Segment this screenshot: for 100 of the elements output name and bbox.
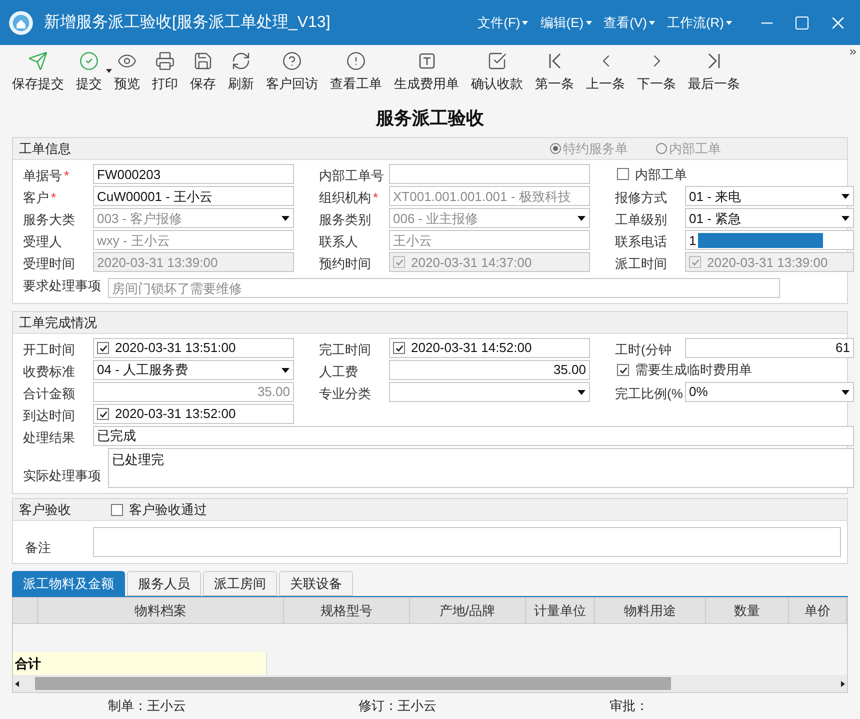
field-label: 合计金额 [23, 386, 76, 402]
dropdown-caret-icon [577, 216, 586, 221]
field-label: 专业分类 [319, 386, 372, 402]
field-label: 受理时间 [23, 256, 76, 272]
field-label: 客户* [23, 190, 58, 206]
radio-button[interactable] [656, 143, 667, 154]
toolbar-button[interactable]: 打印 [146, 48, 184, 96]
dropdown-caret-icon [106, 68, 112, 72]
refresh-icon [231, 51, 251, 72]
checkbox[interactable] [617, 168, 629, 180]
toolbar-button[interactable]: 上一条 [580, 48, 631, 96]
checkbox[interactable] [617, 364, 629, 376]
scroll-right-icon[interactable] [841, 680, 845, 687]
tab[interactable]: 服务人员 [127, 571, 201, 596]
section-title: 客户验收 客户验收通过 [19, 500, 207, 520]
toolbar-button[interactable]: 预览 [108, 48, 146, 96]
field-label: 单据号* [23, 168, 70, 184]
input-field[interactable]: CuW00001 - 王小云 [93, 186, 294, 206]
input-field[interactable]: 1 [685, 230, 854, 250]
field-label: 到达时间 [23, 408, 76, 424]
column-header: 单价 [788, 598, 847, 624]
checkbox-label: 内部工单 [635, 166, 687, 184]
dropdown[interactable]: 04 - 人工服务费 [93, 360, 294, 380]
menu-item[interactable]: 文件(F) [478, 12, 528, 32]
radio-label: 内部工单 [669, 140, 721, 158]
tab[interactable]: 关联设备 [279, 571, 353, 596]
section-title: 工单信息 [19, 140, 71, 158]
dropdown[interactable]: 0% [685, 382, 854, 402]
toolbar-button[interactable]: 确认收款 [465, 48, 529, 96]
field-label: 报修方式 [615, 190, 668, 206]
scroll-left-icon[interactable] [15, 680, 19, 687]
datetime-field[interactable]: 2020-03-31 13:51:00 [93, 338, 294, 358]
toolbar-button[interactable]: 提交 [70, 48, 108, 96]
footer-text: 修订：王小云 [358, 697, 438, 716]
column-header: 数量 [706, 598, 789, 624]
footer-text: 审批： [609, 697, 650, 716]
field-label: 收费标准 [23, 364, 76, 380]
page-title: 服务派工验收 [374, 107, 485, 130]
checkbox[interactable] [97, 408, 109, 420]
field-label: 完工比例(% [615, 386, 684, 402]
input-field[interactable]: 已完成 [93, 426, 854, 446]
scroll-thumb[interactable] [35, 677, 671, 690]
toolbar-button[interactable]: 客户回访 [260, 48, 324, 96]
column-header: 计量单位 [526, 598, 596, 624]
field-label: 受理人 [23, 234, 63, 250]
radio-button[interactable] [550, 143, 561, 154]
footer-text: 制单：王小云 [108, 697, 187, 716]
field-label: 完工时间 [319, 342, 372, 358]
section-title: 工单完成情况 [19, 314, 97, 332]
field-label: 组织机构* [319, 190, 380, 206]
input-field[interactable]: 61 [685, 338, 854, 358]
field-label: 开工时间 [23, 342, 76, 358]
dropdown-caret-icon [281, 216, 290, 221]
toolbar-button[interactable]: 刷新 [222, 48, 260, 96]
menu-item[interactable]: 编辑(E) [540, 12, 592, 32]
menu-item[interactable]: 查看(V) [604, 12, 655, 32]
dropdown-caret-icon [586, 20, 592, 24]
dropdown-caret-icon [841, 194, 850, 199]
dropdown-caret-icon [841, 216, 850, 221]
total-cell: 合计 [13, 652, 267, 676]
checkbox[interactable] [111, 504, 123, 516]
check-circle-icon [79, 51, 99, 72]
overflow-icon[interactable] [848, 47, 858, 57]
field-label: 实际处理事项 [23, 468, 101, 484]
datetime-field[interactable]: 2020-03-31 14:52:00 [389, 338, 590, 358]
toolbar-button[interactable]: 生成费用单 [388, 48, 465, 96]
tab[interactable]: 派工房间 [203, 571, 277, 596]
input-field[interactable]: 35.00 [389, 360, 590, 380]
question-icon [282, 51, 302, 72]
input-field[interactable]: FW000203 [93, 164, 294, 184]
field-label: 服务大类 [23, 212, 76, 228]
text-area[interactable]: 已处理完 [108, 448, 854, 488]
field-label: 工单级别 [615, 212, 668, 228]
column-header: 产地/品牌 [410, 598, 526, 624]
toolbar-button[interactable]: 下一条 [631, 48, 682, 96]
save-icon [193, 51, 213, 72]
checkbox[interactable] [97, 342, 109, 354]
toolbar-button[interactable]: 第一条 [529, 48, 580, 96]
field-label: 工时(分钟 [615, 342, 672, 358]
tab[interactable]: 派工物料及金额 [12, 571, 125, 596]
toolbar-button[interactable]: 保存提交 [6, 48, 70, 96]
maximize-icon[interactable] [794, 14, 810, 30]
horizontal-scrollbar[interactable] [13, 675, 847, 692]
column-header: 规格型号 [284, 598, 410, 624]
field-label: 备注 [25, 538, 52, 557]
field-label: 派工时间 [615, 256, 668, 272]
dropdown-caret-icon [577, 390, 586, 395]
menu-item[interactable]: 工作流(R) [666, 12, 732, 32]
checkbox[interactable] [393, 342, 405, 354]
dropdown[interactable]: 01 - 来电 [685, 186, 854, 206]
radio-label: 特约服务单 [563, 140, 628, 158]
dropdown-caret-icon [841, 390, 850, 395]
field-label: 处理结果 [23, 430, 76, 446]
toolbar-button[interactable]: 最后一条 [682, 48, 746, 96]
dropdown[interactable]: 01 - 紧急 [685, 208, 854, 228]
toolbar-button[interactable]: 查看工单 [324, 48, 388, 96]
input-field[interactable] [389, 164, 590, 184]
toolbar-button[interactable]: 保存 [184, 48, 222, 96]
datetime-field[interactable]: 2020-03-31 13:52:00 [93, 404, 294, 424]
window-title: 新增服务派工验收[服务派工单处理_V13] [44, 12, 330, 32]
